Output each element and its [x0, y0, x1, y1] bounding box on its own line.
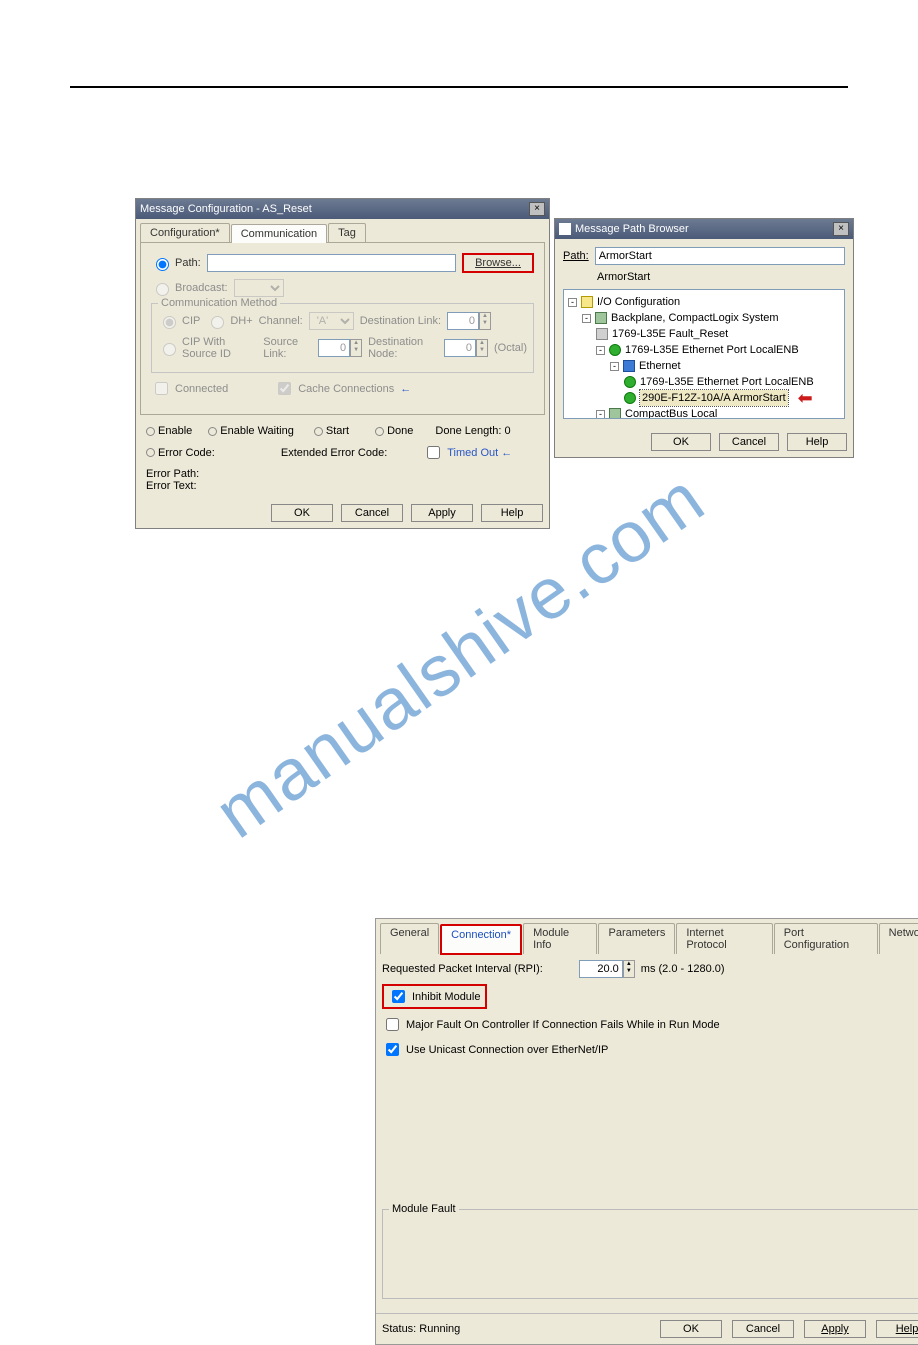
channel-select: 'A'	[309, 312, 354, 330]
radio-broadcast: Broadcast:	[151, 280, 228, 296]
message-config-window: Message Configuration - AS_Reset × Confi…	[135, 198, 550, 529]
selected-node[interactable]: 290E-F12Z-10A/A ArmorStart	[640, 390, 788, 406]
module-fault-legend: Module Fault	[389, 1203, 459, 1215]
cancel-button[interactable]: Cancel	[732, 1320, 794, 1338]
radio-path[interactable]: Path:	[151, 255, 201, 271]
header-rule	[70, 86, 848, 88]
titlebar: Message Configuration - AS_Reset ×	[136, 199, 549, 219]
cancel-button[interactable]: Cancel	[719, 433, 779, 451]
ok-button[interactable]: OK	[660, 1320, 722, 1338]
close-icon[interactable]: ×	[833, 222, 849, 236]
tab-panel: Path: Browse... Broadcast: Communication…	[140, 242, 545, 415]
majorfault-checkbox[interactable]: Major Fault On Controller If Connection …	[382, 1015, 720, 1034]
inhibit-checkbox[interactable]: Inhibit Module	[382, 984, 487, 1009]
bus-icon	[609, 408, 621, 419]
titlebar: Message Path Browser ×	[555, 219, 853, 239]
apply-button[interactable]: Apply	[411, 504, 473, 522]
rpi-input[interactable]	[579, 960, 623, 978]
help-button[interactable]: Help	[876, 1320, 918, 1338]
path-browser-window: Message Path Browser × Path: ArmorStart …	[554, 218, 854, 458]
tab-portcfg[interactable]: Port Configuration	[774, 923, 878, 954]
tab-ip[interactable]: Internet Protocol	[676, 923, 772, 954]
window-title: Message Configuration - AS_Reset	[140, 203, 312, 215]
rpi-range: ms (2.0 - 1280.0)	[641, 963, 725, 975]
module-icon	[624, 392, 636, 404]
rpi-stepper[interactable]: ▲▼	[623, 960, 635, 978]
backplane-icon	[595, 312, 607, 324]
tab-configuration[interactable]: Configuration*	[140, 223, 230, 242]
apply-button[interactable]: Apply	[804, 1320, 866, 1338]
tab-moduleinfo[interactable]: Module Info	[523, 923, 597, 954]
browse-button[interactable]: Browse...	[462, 253, 534, 273]
broadcast-select	[234, 279, 284, 297]
status-area: Enable Enable Waiting Start Done Done Le…	[136, 419, 549, 498]
unicast-checkbox[interactable]: Use Unicast Connection over EtherNet/IP	[382, 1040, 608, 1059]
path-echo: ArmorStart	[597, 271, 845, 283]
ok-button[interactable]: OK	[271, 504, 333, 522]
cancel-button[interactable]: Cancel	[341, 504, 403, 522]
tab-parameters[interactable]: Parameters	[598, 923, 675, 954]
group-legend: Communication Method	[158, 297, 280, 309]
module-properties-window: General Connection* Module Info Paramete…	[375, 918, 918, 1345]
comm-method-group: Communication Method CIP DH+ Channel: 'A…	[151, 303, 534, 373]
tab-bar: General Connection* Module Info Paramete…	[376, 919, 918, 954]
ok-button[interactable]: OK	[651, 433, 711, 451]
tab-network[interactable]: Network	[879, 923, 918, 954]
tab-connection[interactable]: Connection*	[440, 924, 522, 955]
arrow-icon: ⬅	[798, 390, 813, 406]
path-input[interactable]	[595, 247, 845, 265]
tab-general[interactable]: General	[380, 923, 439, 954]
rpi-label: Requested Packet Interval (RPI):	[382, 963, 543, 975]
ethernet-icon	[623, 360, 635, 372]
window-title: Message Path Browser	[575, 223, 689, 235]
cache-arrow-icon: ←	[400, 383, 411, 395]
close-icon[interactable]: ×	[529, 202, 545, 216]
app-icon	[559, 223, 571, 235]
io-tree[interactable]: -I/O Configuration -Backplane, CompactLo…	[563, 289, 845, 419]
path-input[interactable]	[207, 254, 456, 272]
help-button[interactable]: Help	[481, 504, 543, 522]
folder-icon	[581, 296, 593, 308]
tab-communication[interactable]: Communication	[231, 224, 327, 243]
path-label: Path:	[563, 250, 589, 262]
port-icon	[624, 376, 636, 388]
help-button[interactable]: Help	[787, 433, 847, 451]
module-icon	[596, 328, 608, 340]
tab-tag[interactable]: Tag	[328, 223, 366, 242]
module-fault-group: Module Fault	[382, 1209, 918, 1299]
tab-bar: Configuration* Communication Tag	[136, 219, 549, 242]
port-icon	[609, 344, 621, 356]
status-label: Status: Running	[382, 1323, 460, 1335]
